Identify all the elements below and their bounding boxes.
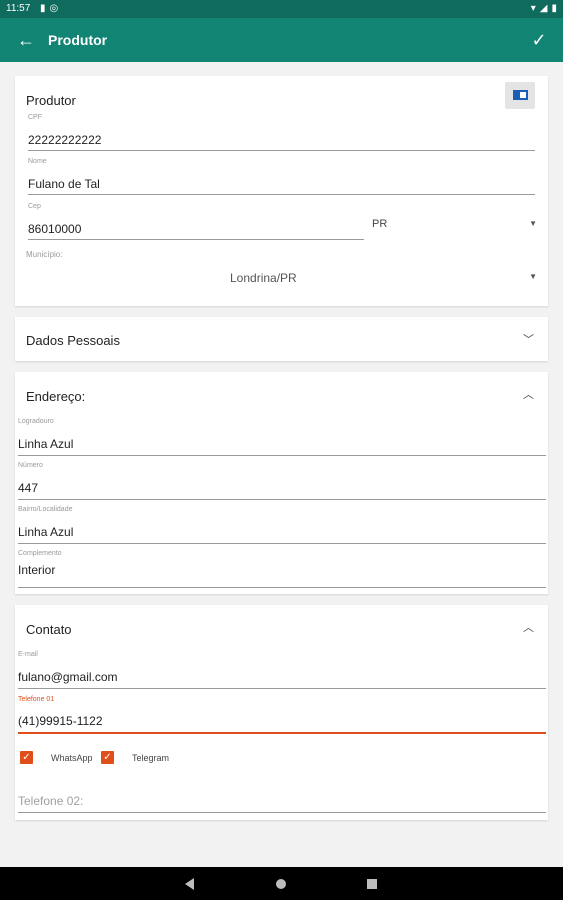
sync-icon: ◎	[49, 3, 59, 14]
telegram-label: Telegram	[132, 753, 170, 763]
telefone1-field[interactable]: (41)99915-1122	[18, 714, 103, 728]
email-underline	[18, 688, 546, 689]
chevron-up-icon[interactable]: ︿	[523, 619, 534, 635]
back-arrow-icon[interactable]: ←	[14, 28, 38, 52]
uf-value: PR	[372, 218, 388, 230]
produtor-card: Produtor CPF 22222222222 Nome Fulano de …	[15, 76, 548, 306]
dados-pessoais-title: Dados Pessoais	[26, 333, 120, 348]
telegram-checkbox[interactable]: ✓	[101, 751, 114, 764]
confirm-check-icon[interactable]: ✓	[527, 28, 551, 52]
cep-field[interactable]: 86010000	[28, 222, 81, 236]
sd-card-icon: ▮	[40, 3, 46, 14]
telefone1-label: Telefone 01	[18, 696, 55, 703]
wifi-icon: ▾	[530, 3, 536, 14]
produtor-card-title: Produtor	[26, 93, 76, 108]
whatsapp-checkbox[interactable]: ✓	[20, 751, 33, 764]
nome-underline	[28, 194, 535, 195]
email-field[interactable]: fulano@gmail.com	[18, 670, 118, 684]
telefone2-underline	[18, 812, 546, 813]
municipio-value: Londrina/PR	[230, 271, 297, 285]
endereco-card: Endereço: ︿ Logradouro Linha Azul Número…	[15, 372, 548, 594]
contato-title: Contato	[26, 622, 72, 637]
email-label: E-mail	[18, 651, 38, 658]
id-card-icon	[513, 90, 528, 100]
app-bar: ← Produtor ✓	[0, 18, 563, 62]
logradouro-underline	[18, 455, 546, 456]
cpf-underline	[28, 150, 535, 151]
status-bar: 11:57 ▮ ◎ ▾ ◢ ▮	[0, 0, 563, 18]
chevron-up-icon[interactable]: ︿	[523, 386, 534, 402]
whatsapp-label: WhatsApp	[51, 753, 93, 763]
battery-icon: ▮	[551, 3, 557, 14]
nome-label: Nome	[28, 158, 47, 165]
uf-dropdown[interactable]: PR ▼	[372, 214, 537, 234]
system-nav-bar	[0, 867, 563, 900]
cpf-label: CPF	[28, 114, 42, 121]
dropdown-arrow-icon: ▼	[529, 219, 537, 228]
id-card-button[interactable]	[505, 82, 535, 109]
bairro-field[interactable]: Linha Azul	[18, 525, 73, 539]
municipio-label: Município:	[26, 250, 63, 259]
logradouro-field[interactable]: Linha Azul	[18, 437, 73, 451]
nav-recents-icon[interactable]	[367, 879, 377, 889]
endereco-title: Endereço:	[26, 389, 86, 404]
nav-back-icon[interactable]	[185, 878, 194, 890]
complemento-underline	[18, 587, 546, 588]
cpf-field[interactable]: 22222222222	[28, 133, 101, 147]
telefone2-field[interactable]: Telefone 02:	[18, 794, 83, 808]
numero-label: Número	[18, 462, 43, 469]
logradouro-label: Logradouro	[18, 418, 54, 425]
cep-underline	[28, 239, 364, 240]
municipio-dropdown[interactable]: Londrina/PR ▼	[26, 266, 537, 288]
numero-field[interactable]: 447	[18, 481, 38, 495]
contato-card: Contato ︿ E-mail fulano@gmail.com Telefo…	[15, 605, 548, 820]
bairro-label: Bairro/Localidade	[18, 506, 73, 513]
dados-pessoais-card[interactable]: Dados Pessoais ﹀	[15, 317, 548, 361]
signal-icon: ◢	[539, 3, 548, 14]
complemento-field[interactable]: Interior	[18, 563, 55, 577]
bairro-underline	[18, 543, 546, 544]
nav-home-icon[interactable]	[276, 879, 286, 889]
page-title: Produtor	[48, 32, 108, 48]
chevron-down-icon[interactable]: ﹀	[523, 331, 534, 347]
nome-field[interactable]: Fulano de Tal	[28, 177, 100, 191]
dropdown-arrow-icon: ▼	[529, 272, 537, 281]
cep-label: Cep	[28, 203, 41, 210]
complemento-label: Complemento	[18, 550, 62, 557]
numero-underline	[18, 499, 546, 500]
status-time: 11:57	[6, 3, 31, 14]
telefone1-underline	[18, 732, 546, 734]
